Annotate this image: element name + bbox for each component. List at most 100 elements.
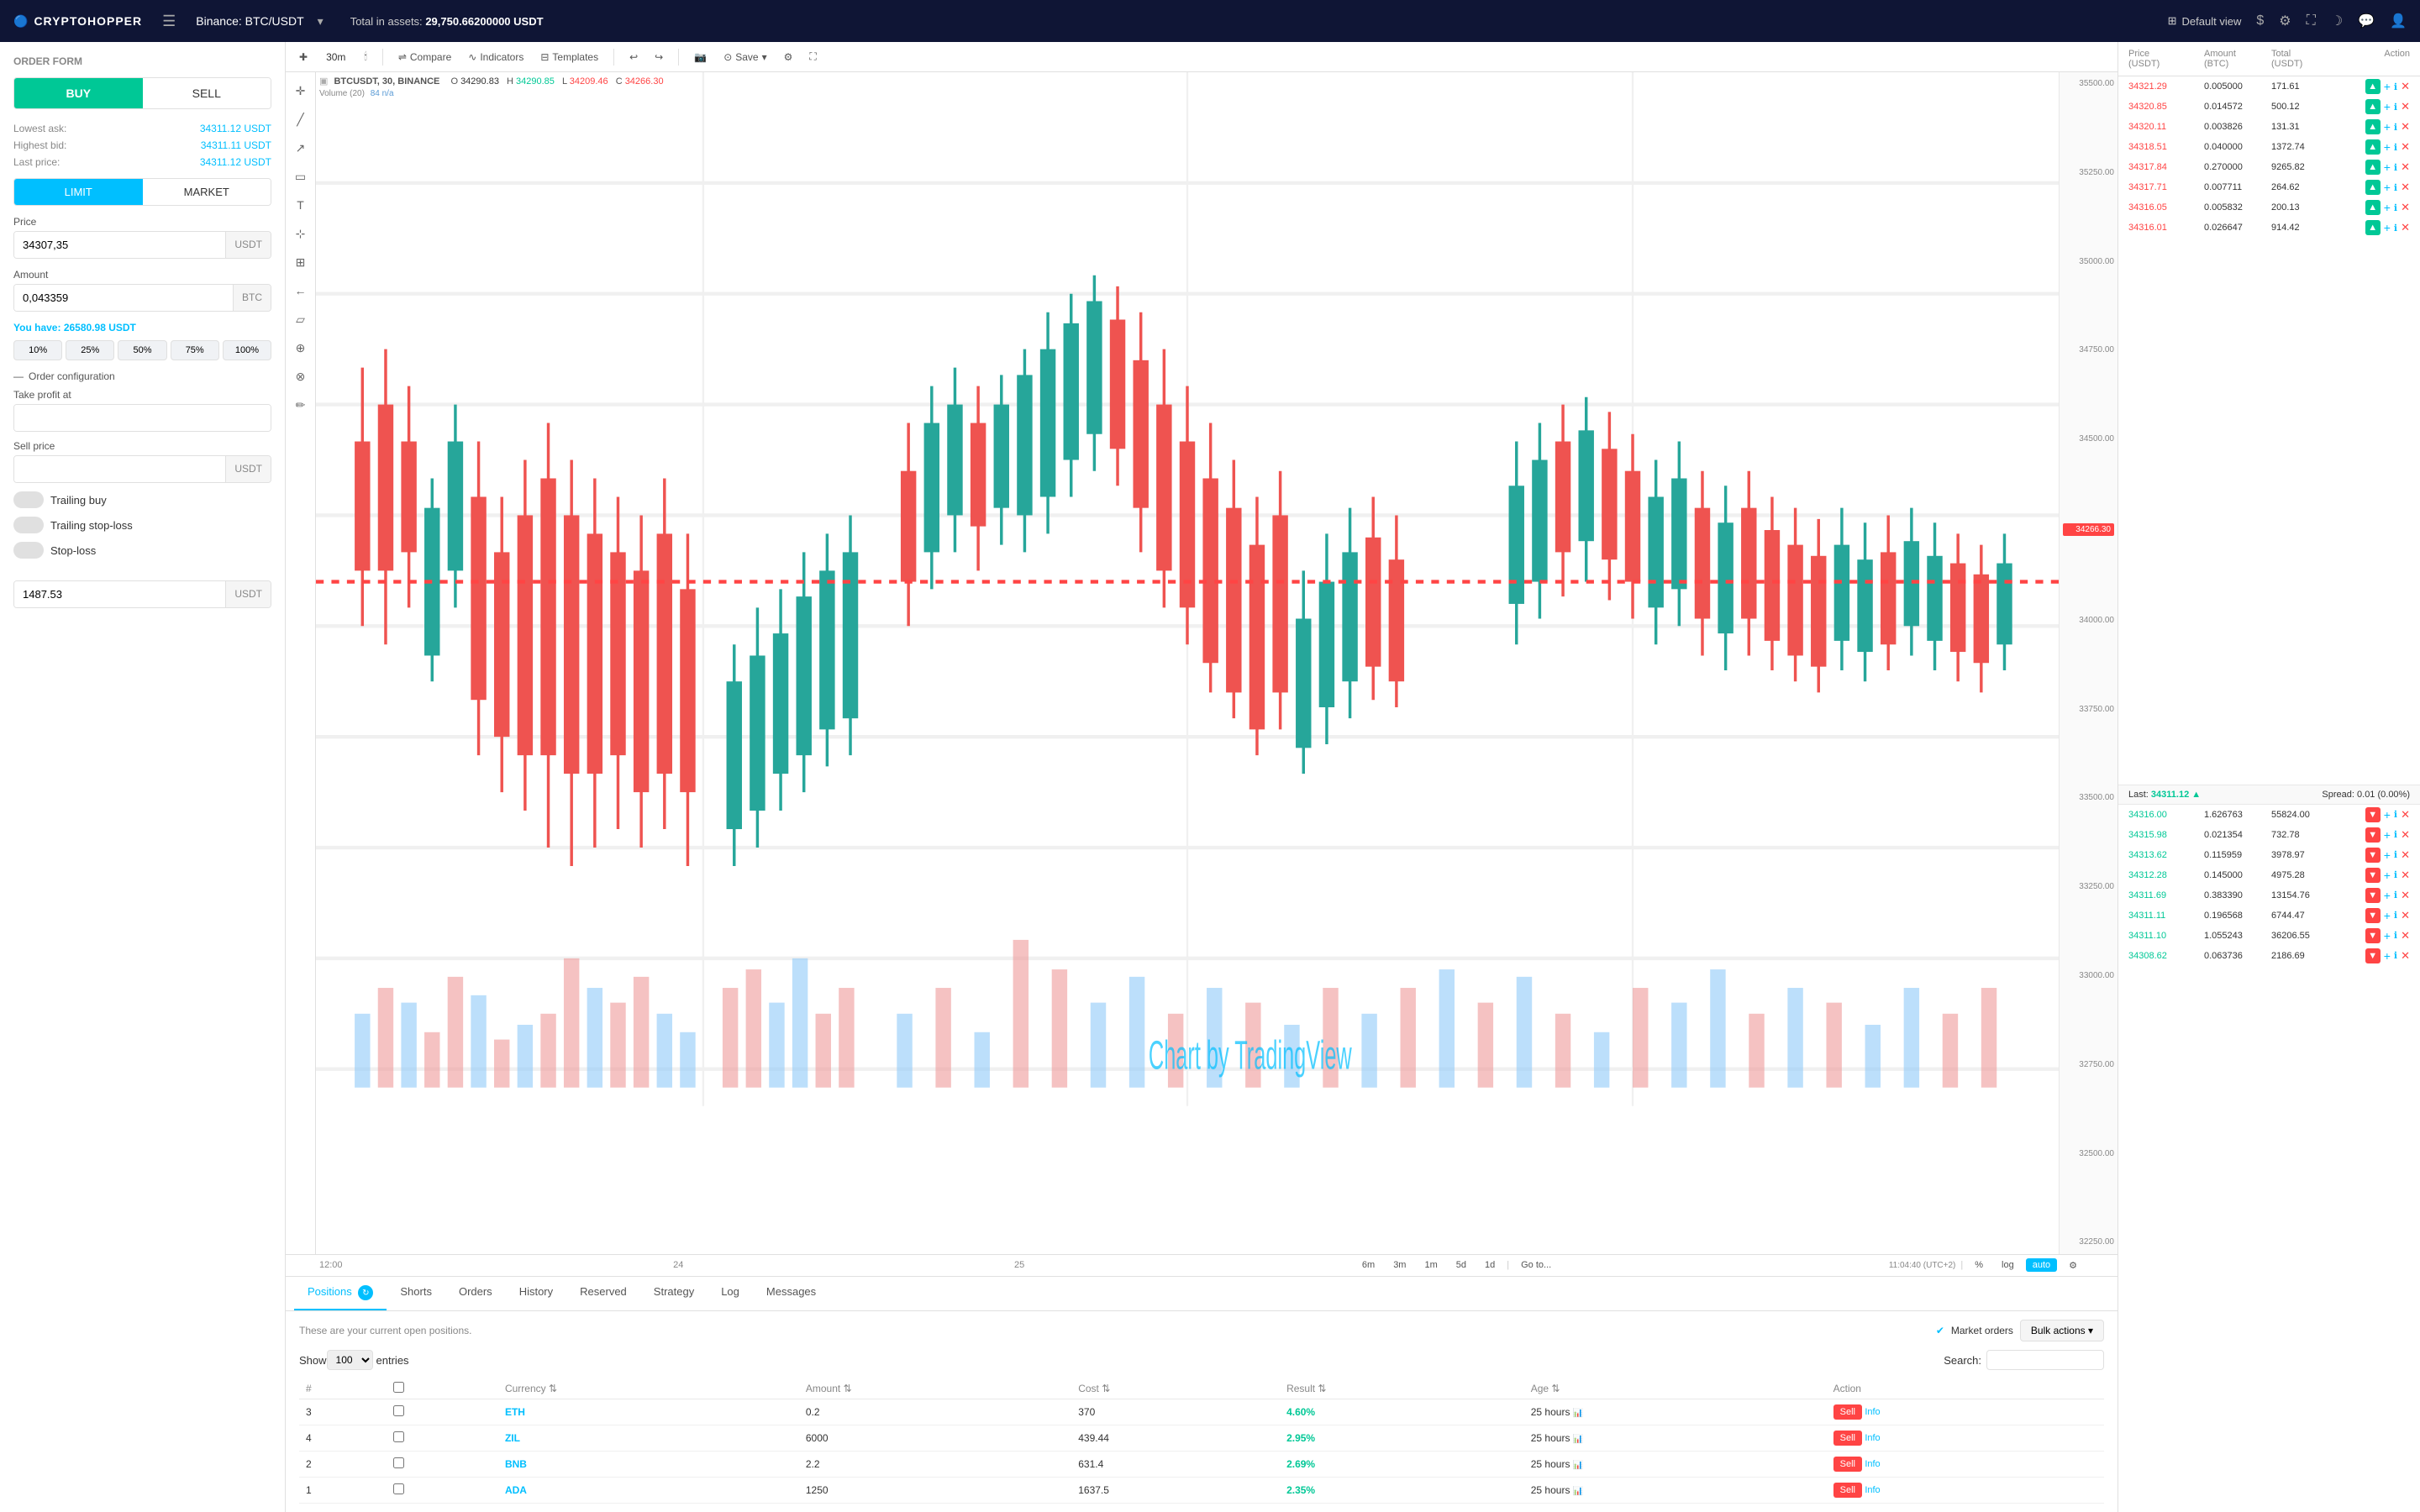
stoploss-toggle[interactable]: [13, 542, 44, 559]
default-view-btn[interactable]: ⊞ Default view: [2168, 14, 2242, 28]
limit-button[interactable]: LIMIT: [14, 179, 143, 205]
bid-info-btn[interactable]: ℹ: [2394, 930, 2397, 941]
pos-currency[interactable]: ETH: [498, 1399, 799, 1425]
col-result[interactable]: Result ⇅: [1280, 1378, 1524, 1399]
ask-up-btn[interactable]: ▲: [2365, 119, 2381, 134]
order-config-toggle[interactable]: — Order configuration: [13, 370, 271, 382]
ask-info-btn[interactable]: ℹ: [2394, 142, 2397, 153]
market-button[interactable]: MARKET: [143, 179, 271, 205]
theme-icon[interactable]: ☽: [2331, 13, 2343, 29]
crosshair-btn[interactable]: ✚: [294, 48, 313, 66]
pos-sell-btn[interactable]: Sell: [1833, 1431, 1862, 1446]
ask-x-btn[interactable]: ✕: [2401, 80, 2410, 93]
ask-x-btn[interactable]: ✕: [2401, 221, 2410, 234]
bid-plus-btn[interactable]: +: [2384, 848, 2391, 862]
ask-up-btn[interactable]: ▲: [2365, 79, 2381, 94]
goto-btn[interactable]: Go to...: [1514, 1258, 1558, 1272]
bid-plus-btn[interactable]: +: [2384, 808, 2391, 822]
ask-up-btn[interactable]: ▲: [2365, 160, 2381, 175]
pct-50-btn[interactable]: 50%: [118, 340, 166, 360]
pct-btn[interactable]: %: [1968, 1258, 1990, 1272]
hamburger-menu[interactable]: ☰: [162, 13, 176, 30]
ask-info-btn[interactable]: ℹ: [2394, 182, 2397, 193]
bid-x-btn[interactable]: ✕: [2401, 889, 2410, 902]
bid-plus-btn[interactable]: +: [2384, 909, 2391, 922]
tf-5d[interactable]: 5d: [1449, 1258, 1473, 1272]
bid-x-btn[interactable]: ✕: [2401, 929, 2410, 942]
ask-plus-btn[interactable]: +: [2384, 120, 2391, 134]
ask-info-btn[interactable]: ℹ: [2394, 202, 2397, 213]
measure-tool[interactable]: ⊹: [289, 222, 313, 245]
trailing-stoploss-toggle[interactable]: [13, 517, 44, 533]
app-logo[interactable]: 🔵 CRYPTOHOPPER: [13, 14, 142, 29]
bid-down-btn[interactable]: ▼: [2365, 868, 2381, 883]
text-tool[interactable]: T: [289, 193, 313, 217]
bid-down-btn[interactable]: ▼: [2365, 827, 2381, 843]
bid-down-btn[interactable]: ▼: [2365, 928, 2381, 943]
ask-x-btn[interactable]: ✕: [2401, 201, 2410, 214]
tf-3m[interactable]: 3m: [1386, 1258, 1413, 1272]
lowest-ask-value[interactable]: 34311.12 USDT: [200, 123, 271, 134]
bid-info-btn[interactable]: ℹ: [2394, 849, 2397, 860]
tab-strategy[interactable]: Strategy: [640, 1277, 708, 1311]
col-currency[interactable]: Currency ⇅: [498, 1378, 799, 1399]
sell-button[interactable]: SELL: [143, 78, 271, 108]
auto-btn[interactable]: auto: [2026, 1258, 2057, 1272]
ask-info-btn[interactable]: ℹ: [2394, 81, 2397, 92]
tab-reserved[interactable]: Reserved: [566, 1277, 640, 1311]
bid-info-btn[interactable]: ℹ: [2394, 869, 2397, 880]
chat-icon[interactable]: 💬: [2358, 13, 2375, 29]
bid-x-btn[interactable]: ✕: [2401, 869, 2410, 882]
pos-info-btn[interactable]: Info: [1865, 1433, 1880, 1443]
amount-input[interactable]: [14, 285, 233, 311]
sell-price-input[interactable]: [14, 456, 225, 482]
tf-1m[interactable]: 1m: [1418, 1258, 1444, 1272]
bid-x-btn[interactable]: ✕: [2401, 909, 2410, 922]
fullscreen-btn[interactable]: ⛶: [804, 47, 821, 66]
bid-info-btn[interactable]: ℹ: [2394, 809, 2397, 820]
user-icon[interactable]: 👤: [2390, 13, 2407, 29]
pos-currency[interactable]: ADA: [498, 1478, 799, 1504]
ask-x-btn[interactable]: ✕: [2401, 120, 2410, 134]
pos-sell-btn[interactable]: Sell: [1833, 1483, 1862, 1498]
highest-bid-value[interactable]: 34311.11 USDT: [201, 139, 271, 151]
last-price-value[interactable]: 34311.12 USDT: [200, 156, 271, 168]
ask-plus-btn[interactable]: +: [2384, 160, 2391, 174]
save-btn[interactable]: ⊙ Save ▾: [718, 48, 771, 66]
pos-sell-btn[interactable]: Sell: [1833, 1457, 1862, 1472]
ask-x-btn[interactable]: ✕: [2401, 181, 2410, 194]
pos-info-btn[interactable]: Info: [1865, 1459, 1880, 1469]
tab-messages[interactable]: Messages: [753, 1277, 829, 1311]
ask-info-btn[interactable]: ℹ: [2394, 102, 2397, 113]
tab-history[interactable]: History: [506, 1277, 566, 1311]
col-cost[interactable]: Cost ⇅: [1071, 1378, 1280, 1399]
pos-info-btn[interactable]: Info: [1865, 1407, 1880, 1417]
indicators-btn[interactable]: ∿ Indicators: [463, 48, 529, 66]
dollar-icon[interactable]: $: [2256, 13, 2264, 29]
zoom-tool[interactable]: ⊕: [289, 336, 313, 360]
chart-settings-gear[interactable]: ⚙: [2062, 1258, 2084, 1273]
draw-rect-tool[interactable]: ▭: [289, 165, 313, 188]
log-btn[interactable]: log: [1995, 1258, 2021, 1272]
bid-down-btn[interactable]: ▼: [2365, 948, 2381, 963]
col-amount[interactable]: Amount ⇅: [799, 1378, 1071, 1399]
pos-checkbox[interactable]: [393, 1457, 404, 1468]
bid-down-btn[interactable]: ▼: [2365, 807, 2381, 822]
ask-x-btn[interactable]: ✕: [2401, 160, 2410, 174]
pos-info-btn[interactable]: Info: [1865, 1485, 1880, 1495]
bulk-actions-btn[interactable]: Bulk actions ▾: [2020, 1320, 2104, 1341]
bid-down-btn[interactable]: ▼: [2365, 888, 2381, 903]
redo-btn[interactable]: ↪: [650, 48, 668, 66]
chart-type-btn[interactable]: 🕯: [359, 47, 371, 66]
ask-plus-btn[interactable]: +: [2384, 140, 2391, 154]
gann-tool[interactable]: ⊞: [289, 250, 313, 274]
settings-btn[interactable]: ⚙: [779, 48, 798, 66]
tab-log[interactable]: Log: [708, 1277, 753, 1311]
pct-75-btn[interactable]: 75%: [171, 340, 219, 360]
compare-btn[interactable]: ⇌ Compare: [393, 48, 456, 66]
crosshair-tool[interactable]: ✛: [289, 79, 313, 102]
screen-icon[interactable]: ⛶: [2307, 13, 2316, 29]
bid-plus-btn[interactable]: +: [2384, 869, 2391, 882]
bid-x-btn[interactable]: ✕: [2401, 949, 2410, 963]
ask-plus-btn[interactable]: +: [2384, 201, 2391, 214]
